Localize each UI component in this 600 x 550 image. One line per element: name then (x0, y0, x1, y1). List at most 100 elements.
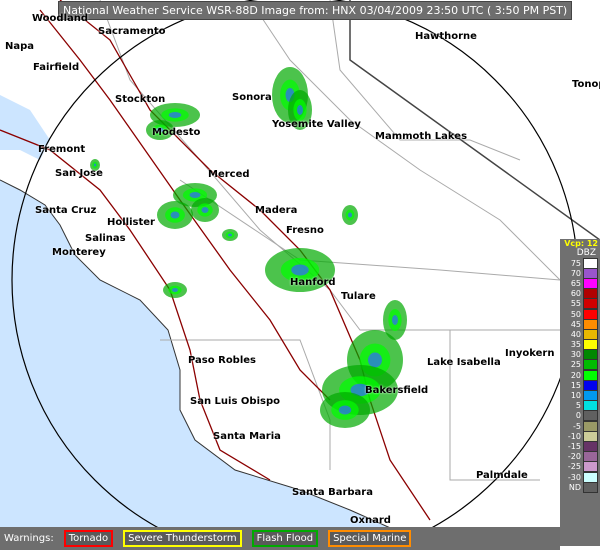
legend-entry: 30 (560, 349, 600, 361)
city-label: Stockton (115, 94, 166, 105)
city-label: Fresno (286, 225, 324, 236)
city-label: Santa Maria (213, 431, 281, 442)
legend-value: 50 (570, 309, 581, 319)
legend-entry: -20 (560, 451, 600, 463)
city-label: Hanford (290, 277, 336, 288)
city-label: Modesto (152, 127, 201, 138)
unit-label: DBZ (576, 248, 596, 258)
warning-special-marine[interactable]: Special Marine (328, 530, 412, 547)
echo (392, 315, 398, 325)
legend-entry: 15 (560, 379, 600, 391)
city-label: Santa Barbara (292, 487, 373, 498)
echo (168, 112, 182, 118)
city-label: Palmdale (476, 470, 528, 481)
warning-tornado[interactable]: Tornado (63, 530, 114, 547)
city-label: Inyokern (505, 348, 555, 359)
city-label: Yosemite Valley (272, 119, 361, 130)
legend-value: 35 (570, 340, 581, 350)
city-label: San Jose (55, 168, 103, 179)
legend-value: 45 (570, 319, 581, 329)
legend-value: 60 (570, 289, 581, 299)
echo (291, 264, 309, 276)
legend-entry: ND (560, 481, 600, 493)
city-label: Woodland (32, 13, 89, 24)
echo (368, 352, 382, 368)
legend-entry: 35 (560, 339, 600, 351)
city-label: Tonopah (572, 79, 600, 90)
city-label: Fairfield (33, 62, 80, 73)
legend-value: 55 (570, 299, 581, 309)
city-label: Lake Isabella (427, 357, 501, 368)
warnings-label: Warnings: (4, 533, 54, 544)
city-label: San Luis Obispo (190, 396, 280, 407)
legend-value: ND (568, 482, 581, 492)
city-label: Napa (5, 41, 35, 52)
legend-value: -30 (567, 472, 581, 482)
legend-entry: 5 (560, 400, 600, 412)
echo (201, 207, 209, 213)
legend-value: 70 (570, 268, 581, 278)
city-label: Sonora (232, 92, 272, 103)
legend-entry: 20 (560, 369, 600, 381)
radar-map (0, 0, 600, 550)
legend-entry: 45 (560, 318, 600, 330)
city-label: Mammoth Lakes (375, 131, 468, 142)
legend-value: 10 (570, 391, 581, 401)
echo (189, 192, 201, 198)
legend-entry: -30 (560, 471, 600, 483)
legend-swatch (583, 481, 598, 493)
legend-value: -15 (567, 441, 581, 451)
warnings-bar: Warnings: Tornado Severe Thunderstorm Flas… (0, 527, 560, 550)
warning-flash-flood[interactable]: Flash Flood (251, 530, 319, 547)
legend-value: -10 (567, 431, 581, 441)
legend-entry: 75 (560, 257, 600, 269)
echo (338, 405, 352, 415)
city-label: Paso Robles (188, 355, 257, 366)
image-title: National Weather Service WSR-88D Image f… (58, 1, 573, 20)
echo (348, 212, 352, 218)
legend-entry: 50 (560, 308, 600, 320)
city-label: Tulare (341, 291, 376, 302)
legend-entry: -10 (560, 430, 600, 442)
legend-value: 65 (570, 278, 581, 288)
legend-entry: 65 (560, 277, 600, 289)
legend-entry: -25 (560, 461, 600, 473)
city-label: Salinas (85, 233, 126, 244)
vcp-label: Vcp: 12 (564, 239, 598, 248)
legend-value: 15 (570, 380, 581, 390)
city-label: Merced (208, 169, 250, 180)
city-label: Monterey (52, 247, 106, 258)
legend-entry: 40 (560, 328, 600, 340)
city-label: Bakersfield (365, 385, 429, 396)
legend-entry: 10 (560, 390, 600, 402)
legend-value: 25 (570, 360, 581, 370)
echo (297, 105, 303, 115)
city-label: Oxnard (350, 515, 391, 526)
dbz-legend: Vcp: 12 DBZ 75 70 65 60 55 50 45 40 35 30 25 20 15 10… (560, 239, 600, 546)
legend-entry: -15 (560, 440, 600, 452)
echo (170, 211, 180, 219)
echo (172, 288, 178, 292)
city-label: Sacramento (98, 26, 166, 37)
legend-entry: 25 (560, 359, 600, 371)
legend-value: 5 (575, 401, 581, 411)
city-label: Madera (255, 205, 298, 216)
city-label: Santa Cruz (35, 205, 97, 216)
legend-value: 30 (570, 350, 581, 360)
echo (228, 233, 232, 237)
echo (93, 163, 97, 167)
warning-severe-thunderstorm[interactable]: Severe Thunderstorm (123, 530, 242, 547)
legend-value: 40 (570, 329, 581, 339)
legend-value: -5 (573, 421, 581, 431)
city-label: Hawthorne (415, 31, 477, 42)
city-label: Fremont (38, 144, 86, 155)
legend-value: 20 (570, 370, 581, 380)
legend-entry: -5 (560, 420, 600, 432)
legend-value: -20 (567, 452, 581, 462)
legend-value: 0 (575, 411, 581, 421)
legend-entry: 70 (560, 267, 600, 279)
legend-entry: 0 (560, 410, 600, 422)
city-label: Hollister (107, 217, 155, 228)
legend-entry: 60 (560, 288, 600, 300)
legend-value: 75 (570, 258, 581, 268)
